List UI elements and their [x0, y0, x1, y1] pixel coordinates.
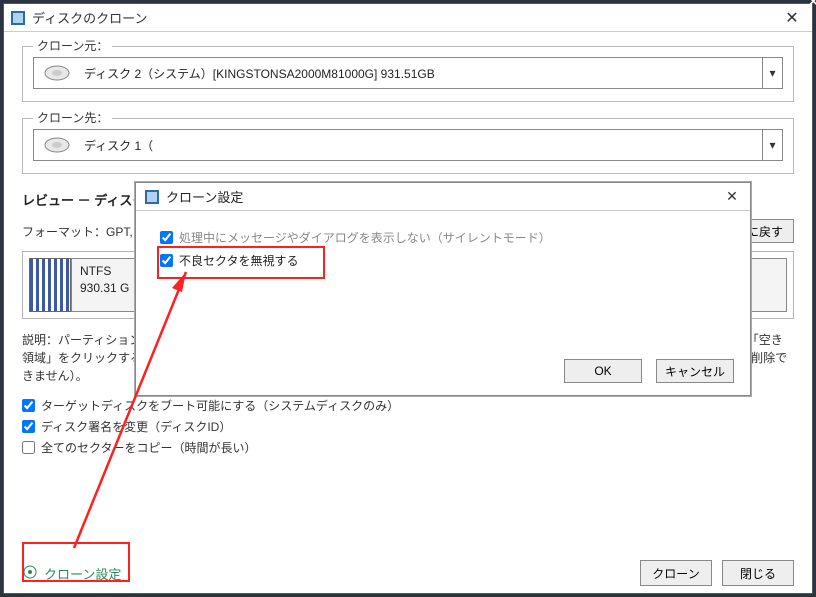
disksig-checkbox[interactable]: ディスク署名を変更（ディスクID）	[22, 418, 794, 435]
clone-settings-link[interactable]: クローン設定	[22, 564, 121, 583]
clone-settings-label: クローン設定	[44, 564, 121, 583]
dest-fieldset: クローン先： ディスク 1（ ▾	[22, 118, 794, 174]
window-title: ディスクのクローン	[32, 8, 772, 27]
close-button-footer[interactable]: 閉じる	[722, 560, 794, 586]
disksig-label: ディスク署名を変更（ディスクID）	[41, 418, 231, 435]
gear-icon	[22, 564, 38, 583]
allsectors-label: 全てのセクターをコピー（時間が長い）	[41, 439, 257, 456]
disk-icon	[34, 130, 80, 160]
ignore-bad-sectors-label: 不良セクタを無視する	[179, 252, 299, 269]
format-label: フォーマット：GPT,	[22, 223, 133, 240]
disksig-checkbox-input[interactable]	[22, 420, 35, 433]
dialog-close-icon[interactable]: ✕	[722, 188, 742, 205]
source-legend: クローン元：	[33, 37, 112, 54]
system-partition[interactable]	[29, 258, 71, 312]
chevron-down-icon[interactable]: ▾	[762, 130, 782, 160]
dest-combo[interactable]: ディスク 1（ ▾	[33, 129, 783, 161]
titlebar: ディスクのクローン ✕	[4, 4, 812, 32]
dialog-titlebar: クローン設定 ✕	[136, 183, 750, 211]
dialog-title: クローン設定	[166, 187, 722, 206]
clone-button[interactable]: クローン	[640, 560, 712, 586]
source-fieldset: クローン元： ディスク 2（システム）[KINGSTONSA2000M81000…	[22, 46, 794, 102]
allsectors-checkbox-input[interactable]	[22, 441, 35, 454]
dest-text: ディスク 1（	[80, 130, 762, 160]
bootable-checkbox-input[interactable]	[22, 399, 35, 412]
outer-close-icon: ✕	[807, 0, 816, 12]
dialog-icon	[144, 189, 160, 205]
dialog-ok-button[interactable]: OK	[564, 359, 642, 383]
silent-mode-checkbox[interactable]: 処理中にメッセージやダイアログを表示しない（サイレントモード）	[160, 229, 726, 246]
allsectors-checkbox[interactable]: 全てのセクターをコピー（時間が長い）	[22, 439, 794, 456]
silent-mode-label: 処理中にメッセージやダイアログを表示しない（サイレントモード）	[179, 229, 551, 246]
ignore-bad-sectors-input[interactable]	[160, 254, 173, 267]
dialog-cancel-button[interactable]: キャンセル	[656, 359, 734, 383]
ignore-bad-sectors-checkbox[interactable]: 不良セクタを無視する	[160, 252, 726, 269]
source-text: ディスク 2（システム）[KINGSTONSA2000M81000G] 931.…	[80, 58, 762, 88]
bootable-label: ターゲットディスクをブート可能にする（システムディスクのみ）	[41, 397, 399, 414]
source-combo[interactable]: ディスク 2（システム）[KINGSTONSA2000M81000G] 931.…	[33, 57, 783, 89]
bootable-checkbox[interactable]: ターゲットディスクをブート可能にする（システムディスクのみ）	[22, 397, 794, 414]
silent-mode-input[interactable]	[160, 231, 173, 244]
disk-icon	[34, 58, 80, 88]
app-icon	[10, 10, 26, 26]
clone-settings-dialog: クローン設定 ✕ 処理中にメッセージやダイアログを表示しない（サイレントモード）…	[135, 182, 751, 396]
dialog-body: 処理中にメッセージやダイアログを表示しない（サイレントモード） 不良セクタを無視…	[136, 211, 750, 287]
chevron-down-icon[interactable]: ▾	[762, 58, 782, 88]
dest-legend: クローン先：	[33, 109, 112, 126]
footer: クローン設定 クローン 閉じる	[4, 553, 812, 593]
